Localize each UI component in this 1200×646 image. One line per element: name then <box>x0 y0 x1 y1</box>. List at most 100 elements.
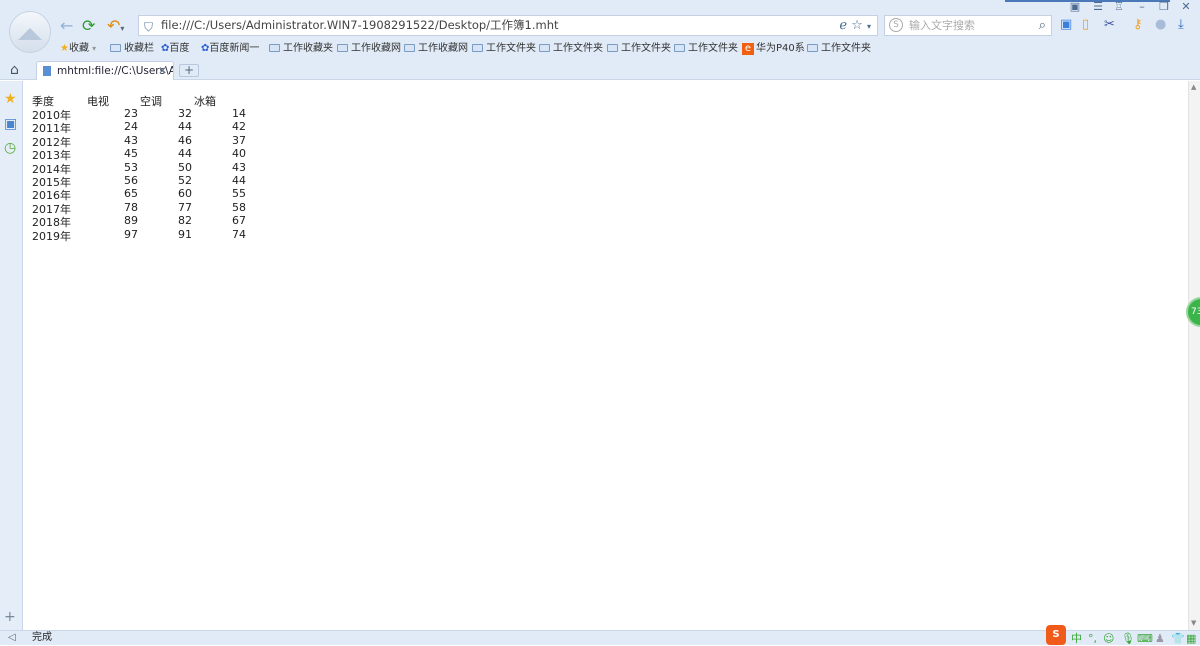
bookmark-item[interactable]: ✿百度新闻一 <box>201 42 259 56</box>
bookmark-item[interactable]: 收藏栏 <box>110 42 154 56</box>
punctuation-icon[interactable]: °, <box>1088 632 1097 646</box>
bookmark-item[interactable]: e 华为P40系 <box>742 42 805 56</box>
column-header: 电视 <box>87 95 109 108</box>
folder-icon <box>404 44 415 52</box>
table-cell: 50 <box>178 160 192 174</box>
skin-icon[interactable]: ♖ <box>1108 0 1130 14</box>
history-icon[interactable]: ◷ <box>4 140 16 156</box>
table-cell: 91 <box>178 227 192 241</box>
add-icon[interactable]: + <box>4 609 16 625</box>
folder-icon <box>674 44 685 52</box>
table-cell: 40 <box>232 147 246 161</box>
emoji-icon[interactable]: ☺ <box>1103 632 1114 646</box>
skin-icon[interactable]: 👕 <box>1171 632 1185 646</box>
table-cell: 82 <box>178 214 192 228</box>
table-cell: 55 <box>232 187 246 201</box>
search-icon[interactable]: ⌕ <box>1039 16 1046 35</box>
status-text: 完成 <box>32 632 52 643</box>
table-cell: 14 <box>232 107 246 120</box>
search-engine-icon[interactable]: S <box>889 18 903 32</box>
close-button[interactable]: ✕ <box>1175 0 1197 14</box>
translate-icon[interactable]: ▣ <box>1060 17 1072 32</box>
table-cell: 78 <box>124 200 138 214</box>
chevron-down-icon[interactable]: ▾ <box>867 22 871 31</box>
tab-close-icon[interactable]: ✕ <box>158 62 167 80</box>
url-text: file:///C:/Users/Administrator.WIN7-1908… <box>161 18 559 32</box>
bookmark-item[interactable]: 工作文件夹 <box>472 42 536 56</box>
download-icon[interactable]: ⤓ <box>1178 17 1184 32</box>
shield-icon: ⛉ <box>144 20 154 34</box>
toolbox-icon[interactable]: ▦ <box>1186 632 1196 646</box>
sidebar-toggle-icon[interactable]: ▣ <box>1064 0 1086 14</box>
favorites-icon[interactable]: ★ <box>4 91 17 107</box>
bookmark-item[interactable]: 工作文件夹 <box>674 42 738 56</box>
table-cell: 97 <box>124 227 138 241</box>
address-bar[interactable]: ⛉ file:///C:/Users/Administrator.WIN7-19… <box>138 15 878 36</box>
new-tab-button[interactable]: + <box>179 64 199 77</box>
ie-mode-icon[interactable]: ℯ <box>839 18 847 33</box>
star-icon[interactable]: ☆ <box>851 18 863 33</box>
table-cell: 23 <box>124 107 138 120</box>
ime-language[interactable]: 中 <box>1071 632 1082 646</box>
bookmark-favorites[interactable]: ★收藏 ▾ <box>60 42 96 56</box>
table-cell: 74 <box>232 227 246 241</box>
restore-button[interactable]: ❐ <box>1153 0 1175 14</box>
bookmark-item[interactable]: 工作文件夹 <box>607 42 671 56</box>
left-sidebar: ★ ▣ ◷ + <box>0 81 23 630</box>
folder-icon <box>472 44 483 52</box>
microphone-icon[interactable]: 🎙 <box>1121 632 1135 646</box>
bookmark-item[interactable]: 工作文件夹 <box>539 42 603 56</box>
folder-icon <box>269 44 280 52</box>
user-avatar[interactable] <box>9 11 51 53</box>
bookmark-item[interactable]: 工作收藏网 <box>404 42 468 56</box>
table-cell: 42 <box>232 120 246 134</box>
key-icon[interactable]: ⚷ <box>1133 17 1143 32</box>
keyboard-icon[interactable]: ⌨ <box>1137 632 1153 646</box>
table-cell: 52 <box>178 174 192 187</box>
table-cell: 89 <box>124 214 138 228</box>
table-cell: 37 <box>232 133 246 147</box>
search-input[interactable]: S 输入文字搜索 ⌕ <box>884 15 1052 36</box>
table-cell: 67 <box>232 214 246 228</box>
table-cell: 44 <box>178 120 192 134</box>
user-icon[interactable]: ♟ <box>1155 632 1165 646</box>
table-cell: 32 <box>178 107 192 120</box>
table-cell: 53 <box>124 160 138 174</box>
table-cell: 65 <box>124 187 138 201</box>
search-placeholder: 输入文字搜索 <box>909 19 975 32</box>
undo-icon[interactable]: ↶▾ <box>107 16 124 35</box>
table-cell: 44 <box>232 174 246 187</box>
screen-icon[interactable]: ▯ <box>1082 17 1089 32</box>
back-icon[interactable]: ← <box>60 16 73 35</box>
bookmark-item[interactable]: ✿百度 <box>161 42 189 56</box>
more-icon[interactable]: ● <box>1155 17 1166 32</box>
column-header: 冰箱 <box>194 95 216 108</box>
row-label: 2019年 <box>32 229 71 243</box>
document-icon <box>43 66 51 76</box>
table-cell: 46 <box>178 133 192 147</box>
scissors-icon[interactable]: ✂ <box>1104 17 1115 32</box>
refresh-icon[interactable]: ⟳ <box>82 16 95 35</box>
scrollbar[interactable]: ▲ ▼ <box>1188 81 1200 630</box>
bookmark-item[interactable]: 工作收藏夹 <box>269 42 333 56</box>
table-cell: 58 <box>232 200 246 214</box>
table-cell: 43 <box>232 160 246 174</box>
table-cell: 56 <box>124 174 138 187</box>
folder-icon <box>607 44 618 52</box>
table-cell: 60 <box>178 187 192 201</box>
bookmark-item[interactable]: 工作文件夹 <box>807 42 871 56</box>
tab-active[interactable]: mhtml:file://C:\Users\A ✕ <box>36 61 174 80</box>
table-cell: 44 <box>178 147 192 161</box>
tab-title: mhtml:file://C:\Users\A <box>57 65 174 77</box>
table-cell: 43 <box>124 133 138 147</box>
bookmark-item[interactable]: 工作收藏网 <box>337 42 401 56</box>
sogou-ime-icon[interactable]: S <box>1046 625 1066 645</box>
table-cell: 77 <box>178 200 192 214</box>
sidebar-collapse-icon[interactable]: ◁ <box>8 631 16 645</box>
folder-icon <box>807 44 818 52</box>
minimize-button[interactable]: – <box>1131 0 1153 14</box>
folder-icon <box>337 44 348 52</box>
menu-icon[interactable]: ☰ <box>1087 0 1109 14</box>
home-icon[interactable]: ⌂ <box>10 62 19 78</box>
reader-icon[interactable]: ▣ <box>4 116 17 132</box>
